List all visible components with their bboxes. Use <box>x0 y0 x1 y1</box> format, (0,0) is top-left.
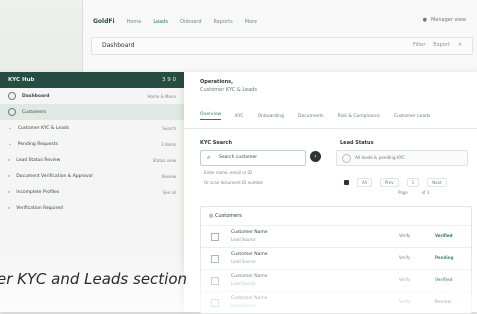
user-menu[interactable]: ● Manager view <box>423 17 466 23</box>
search-input[interactable]: ⌕ Search customer <box>200 150 306 166</box>
pagination-prev[interactable]: Prev <box>379 178 399 187</box>
main-header: Operations, Customer KYC & Leads <box>200 78 257 94</box>
tab-documents[interactable]: Documents <box>298 114 324 119</box>
sidebar-item-label: Customers <box>22 109 47 115</box>
chevron-right-icon: ▹ <box>8 205 11 211</box>
list-item[interactable]: Customer Name Lead Source Verify Verifie… <box>201 225 471 248</box>
chevron-right-icon: ▹ <box>8 189 11 195</box>
sidebar-item-pending[interactable]: ⌄ Pending Requests 3 items <box>0 136 184 152</box>
pagination-all[interactable]: All <box>357 178 372 187</box>
sidebar-item-verification[interactable]: ▹ Verification Required <box>0 200 184 216</box>
pagination-info: Page of 3 <box>398 190 429 195</box>
sidebar-item-label: Incomplete Profiles <box>16 189 60 195</box>
tab-onboarding[interactable]: Onboarding <box>258 114 284 119</box>
section-title: KYC Search <box>200 140 233 146</box>
page-title: Dashboard <box>102 42 135 49</box>
list-title: Customers <box>214 213 242 219</box>
tab-leads[interactable]: Customer Leads <box>394 114 430 119</box>
close-icon[interactable]: ✕ <box>458 42 462 48</box>
nav-tab[interactable]: Home <box>127 19 142 25</box>
radio-icon <box>342 154 351 163</box>
sidebar-item-label: Verification Required <box>16 205 64 211</box>
chevron-right-icon: ▹ <box>8 157 11 163</box>
divider <box>184 128 477 129</box>
export-button[interactable]: Export <box>433 42 449 48</box>
search-button[interactable]: › <box>310 151 321 162</box>
status-badge: Verified <box>435 233 453 238</box>
chevron-right-icon: ▹ <box>8 173 11 179</box>
sidebar-item-label: Customer KYC & Leads <box>17 125 70 131</box>
section-title: Lead Status <box>340 140 374 146</box>
circle-icon <box>8 108 16 116</box>
main-title: Operations, <box>200 79 234 85</box>
sidebar-item-meta: See all <box>162 189 176 195</box>
row-meta[interactable]: Verify <box>399 233 410 238</box>
sidebar-controls[interactable]: 3 9 0 <box>162 77 176 83</box>
sidebar-item-label: Dashboard <box>22 93 50 99</box>
sidebar-item-label: Pending Requests <box>17 141 58 147</box>
customer-source: Lead Source <box>231 237 256 242</box>
helper-text: Enter name, email or ID <box>204 170 252 175</box>
sidebar-item-dashboard[interactable]: Dashboard Home & Menu <box>0 88 184 104</box>
filter-button[interactable]: Filter <box>413 42 425 48</box>
sidebar-item-label: Lead Status Review <box>16 157 61 163</box>
sidebar-item-meta: Status view <box>152 157 176 163</box>
title-actions: Filter Export ✕ <box>413 42 462 48</box>
pagination-next[interactable]: Next <box>427 178 447 187</box>
background-window: GoldFi Home Leads Onboard Reports More ●… <box>82 0 477 79</box>
sidebar-item-customers[interactable]: Customers <box>0 104 184 120</box>
pagination-total: of 3 <box>421 190 430 195</box>
sidebar-item-kyc-leads[interactable]: ⌄ Customer KYC & Leads Search <box>0 120 184 136</box>
sidebar-item-incomplete[interactable]: ▹ Incomplete Profiles See all <box>0 184 184 200</box>
caption-text: er KYC and Leads section <box>0 270 188 288</box>
sidebar-item-meta: 3 items <box>161 141 176 147</box>
sidebar-item-meta: Search <box>162 125 176 131</box>
nav-tab[interactable]: Onboard <box>180 19 202 25</box>
circle-icon <box>8 92 16 100</box>
main-subtitle: Customer KYC & Leads <box>200 87 257 93</box>
list-icon: ◎ <box>209 213 214 219</box>
helper-text: Or scan document ID number <box>204 180 264 185</box>
nav-tab[interactable]: Leads <box>153 19 168 25</box>
pagination-page-label: Page <box>398 190 408 195</box>
sidebar-item-label: Document Verification & Approval <box>16 173 93 179</box>
sidebar-item-meta: Home & Menu <box>147 93 176 99</box>
search-value: Search customer <box>219 155 258 160</box>
marker-icon <box>344 180 349 185</box>
sidebar-item-lead-status[interactable]: ▹ Lead Status Review Status view <box>0 152 184 168</box>
brand-logo: GoldFi <box>93 18 115 25</box>
top-nav: GoldFi Home Leads Onboard Reports More <box>93 18 257 25</box>
tab-kyc[interactable]: KYC <box>235 114 243 119</box>
nav-tab[interactable]: Reports <box>214 19 233 25</box>
sidebar-header: KYC Hub 3 9 0 <box>0 72 184 88</box>
user-label: Manager view <box>430 17 466 23</box>
pagination-page[interactable]: 1 <box>406 178 420 187</box>
chevron-down-icon: ⌄ <box>8 125 12 131</box>
list-header: ◎ Customers <box>209 213 242 219</box>
sidebar-item-meta: Review <box>161 173 176 179</box>
checkbox[interactable] <box>211 233 219 241</box>
search-icon: ⌕ <box>207 154 211 161</box>
status-filter[interactable]: All leads & pending KYC <box>336 150 468 166</box>
chevron-down-icon: ⌄ <box>8 141 12 147</box>
tab-bar: Overview KYC Onboarding Documents Risk &… <box>200 112 430 120</box>
tab-risk[interactable]: Risk & Compliance <box>338 114 380 119</box>
user-icon: ● <box>422 17 427 23</box>
sidebar-title: KYC Hub <box>8 77 35 83</box>
title-bar: Dashboard Filter Export ✕ <box>91 37 473 55</box>
sidebar-item-documents[interactable]: ▹ Document Verification & Approval Revie… <box>0 168 184 184</box>
tab-overview[interactable]: Overview <box>200 112 222 120</box>
filter-label: All leads & pending KYC <box>355 155 405 160</box>
customer-name: Customer Name <box>231 230 268 235</box>
nav-tab[interactable]: More <box>245 19 257 25</box>
pagination: All Prev 1 Next <box>344 178 447 187</box>
